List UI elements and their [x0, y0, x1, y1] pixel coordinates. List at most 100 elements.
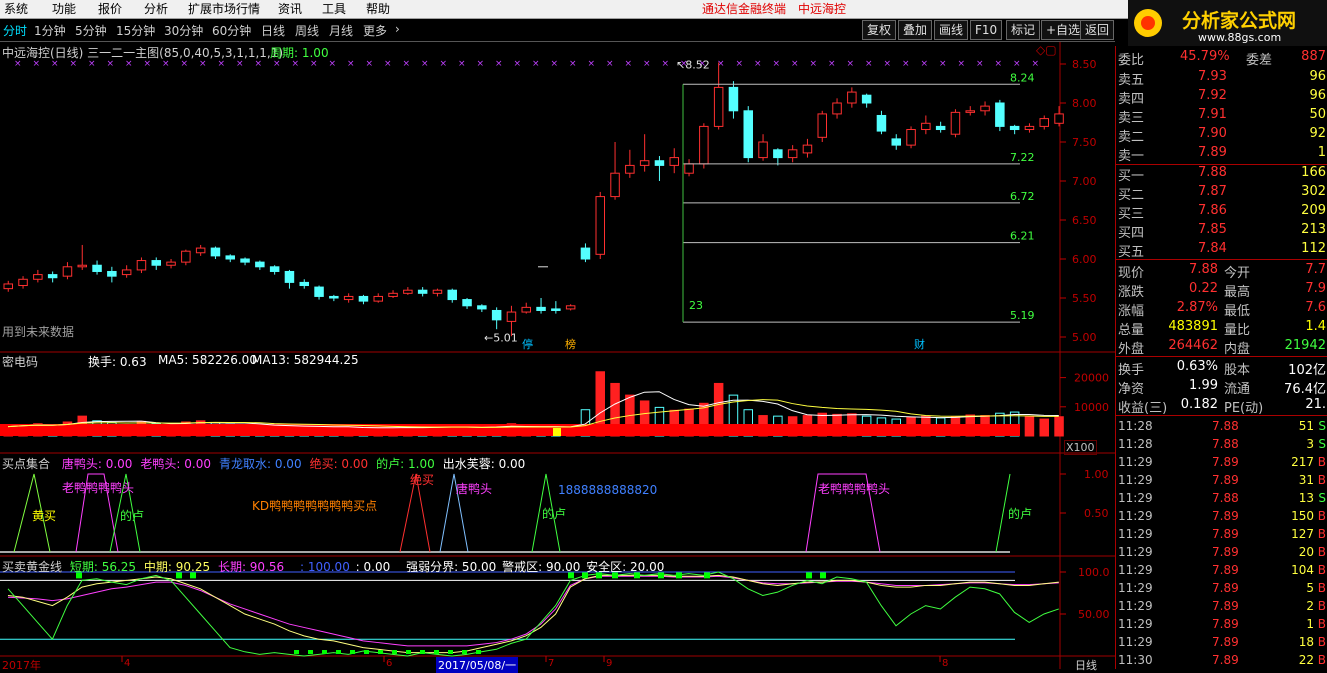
tab-5min[interactable]: 5分钟 — [75, 22, 107, 39]
menu-analysis[interactable]: 分析 — [144, 1, 168, 17]
candle-body — [314, 286, 324, 297]
stat-label: 总量 — [1118, 323, 1145, 338]
tick-time: 11:29 — [1118, 509, 1153, 523]
bid-price: 7.88 — [1198, 165, 1227, 180]
candle-body — [876, 114, 887, 132]
tick-direction: B — [1317, 545, 1326, 559]
candle-body — [980, 105, 990, 112]
back-button[interactable]: 返回 — [1080, 20, 1115, 40]
tick-direction: S — [1318, 491, 1326, 505]
candle-body — [3, 283, 13, 290]
f10-button[interactable]: F10 — [970, 20, 1003, 40]
bid-label: 买五 — [1118, 245, 1145, 260]
tick-price: 7.88 — [1212, 419, 1239, 433]
candle-body — [639, 160, 650, 166]
stat-value: 7.88 — [1189, 262, 1218, 277]
bid-label: 买四 — [1118, 226, 1145, 241]
date-tick-label: 4 — [124, 658, 130, 669]
buy-signal-label: 唐鸭头 — [456, 481, 492, 496]
candle-body — [891, 138, 901, 146]
tab-60min[interactable]: 60分钟 — [212, 22, 251, 39]
signal-x-mark: × — [421, 59, 429, 69]
buy-legend-item: 老鸭头: 0.00 — [140, 457, 211, 471]
tick-price: 7.89 — [1212, 563, 1239, 577]
buy-signal-label: KD鸭鸭鸭鸭鸭鸭鸭买点 — [252, 499, 377, 513]
candle-body — [595, 196, 605, 255]
fund-row: 净资 1.99 流通 76.4亿 — [1116, 377, 1327, 397]
bid-volume: 166 — [1301, 165, 1326, 180]
tick-price: 7.89 — [1212, 455, 1239, 469]
add-watchlist-button[interactable]: +自选 — [1041, 20, 1086, 40]
chevron-right-icon[interactable]: › — [395, 22, 400, 36]
price-tick-label: 8.50 — [1072, 58, 1097, 71]
menu-tools[interactable]: 工具 — [322, 1, 346, 17]
menu-function[interactable]: 功能 — [52, 1, 76, 17]
draw-button[interactable]: 画线 — [934, 20, 969, 40]
adjust-button[interactable]: 复权 — [862, 20, 897, 40]
tick-row: 11:29 7.89 2 B — [1116, 598, 1327, 616]
tick-direction: B — [1317, 617, 1326, 631]
candle-body — [684, 163, 694, 174]
menu-info[interactable]: 资讯 — [278, 1, 302, 17]
buy-tick-label: 0.50 — [1084, 507, 1109, 520]
fund-label: 净资 — [1118, 382, 1145, 397]
bid-label: 买三 — [1118, 207, 1145, 222]
ask-label: 卖二 — [1118, 130, 1145, 145]
fib-level-label: 6.72 — [1010, 190, 1035, 203]
candle-body — [950, 111, 961, 135]
gold-warn: 警戒区: 90.00 — [502, 560, 581, 574]
event-marker[interactable]: 榜 — [565, 337, 576, 351]
event-marker[interactable]: 财 — [914, 337, 925, 351]
price-tick-label: 8.00 — [1072, 97, 1097, 110]
price-tick-label: 7.50 — [1072, 136, 1097, 149]
stat-value: 21942 — [1284, 338, 1326, 353]
stat-value: 7.7 — [1305, 262, 1326, 277]
candle-body — [965, 110, 975, 113]
future-data-note: 用到未来数据 — [2, 325, 75, 339]
quote-divider — [1116, 259, 1327, 260]
overlay-button[interactable]: 叠加 — [898, 20, 933, 40]
tick-price: 7.89 — [1212, 545, 1239, 559]
menu-system[interactable]: 系统 — [4, 1, 28, 17]
app-title: 通达信金融终端 — [702, 2, 787, 16]
candle-body — [462, 299, 472, 307]
tab-weekly[interactable]: 周线 — [295, 22, 319, 39]
menu-help[interactable]: 帮助 — [366, 1, 390, 17]
tick-row: 11:29 7.89 150 B — [1116, 508, 1327, 526]
logo-mark-inner-icon — [1141, 16, 1155, 30]
tab-more[interactable]: 更多 — [363, 22, 387, 39]
tab-daily[interactable]: 日线 — [261, 22, 285, 39]
ma13-value: MA13: 582944.25 — [252, 353, 359, 367]
candle-body — [284, 270, 295, 283]
bid-row: 买一 7.88 166 — [1116, 164, 1327, 184]
stat-value: 7.9 — [1305, 281, 1326, 296]
volume-tick-label: 10000 — [1074, 401, 1109, 414]
quote-panel: 委比 45.79% 委差 887 卖五 7.93 96 卖四 7.92 96 卖三 7.91 50 卖二 7… — [1115, 46, 1327, 669]
fib-level-label: 7.22 — [1010, 151, 1035, 164]
quote-divider — [1116, 356, 1327, 357]
gold-0: : 0.00 — [355, 560, 391, 574]
tab-15min[interactable]: 15分钟 — [116, 22, 155, 39]
tab-1min[interactable]: 1分钟 — [34, 22, 66, 39]
tab-intraday[interactable]: 分时 — [3, 22, 27, 39]
period-axis-label: 日线 — [1075, 659, 1097, 672]
year-label: 2017年 — [2, 659, 41, 672]
mark-button[interactable]: 标记 — [1006, 20, 1041, 40]
event-marker[interactable]: 停 — [522, 337, 533, 351]
signal-x-mark: × — [643, 59, 651, 69]
bid-price: 7.84 — [1198, 241, 1227, 256]
candle-body — [743, 110, 753, 159]
gold-strong: 强弱分界: 50.00 — [406, 560, 497, 574]
menu-ext-market[interactable]: 扩展市场行情 — [188, 1, 260, 17]
gold-tick-label: 50.00 — [1078, 608, 1110, 621]
signal-x-mark: × — [606, 59, 614, 69]
menu-quote[interactable]: 报价 — [98, 1, 122, 17]
ask-label: 卖三 — [1118, 111, 1145, 126]
candle-body — [758, 141, 768, 159]
tab-30min[interactable]: 30分钟 — [164, 22, 203, 39]
candle-body — [787, 149, 798, 159]
tab-monthly[interactable]: 月线 — [329, 22, 353, 39]
diamond-icon[interactable]: ◇▢ — [1036, 43, 1057, 57]
signal-x-mark: × — [810, 59, 818, 69]
gold-bottom-marker — [420, 650, 425, 654]
